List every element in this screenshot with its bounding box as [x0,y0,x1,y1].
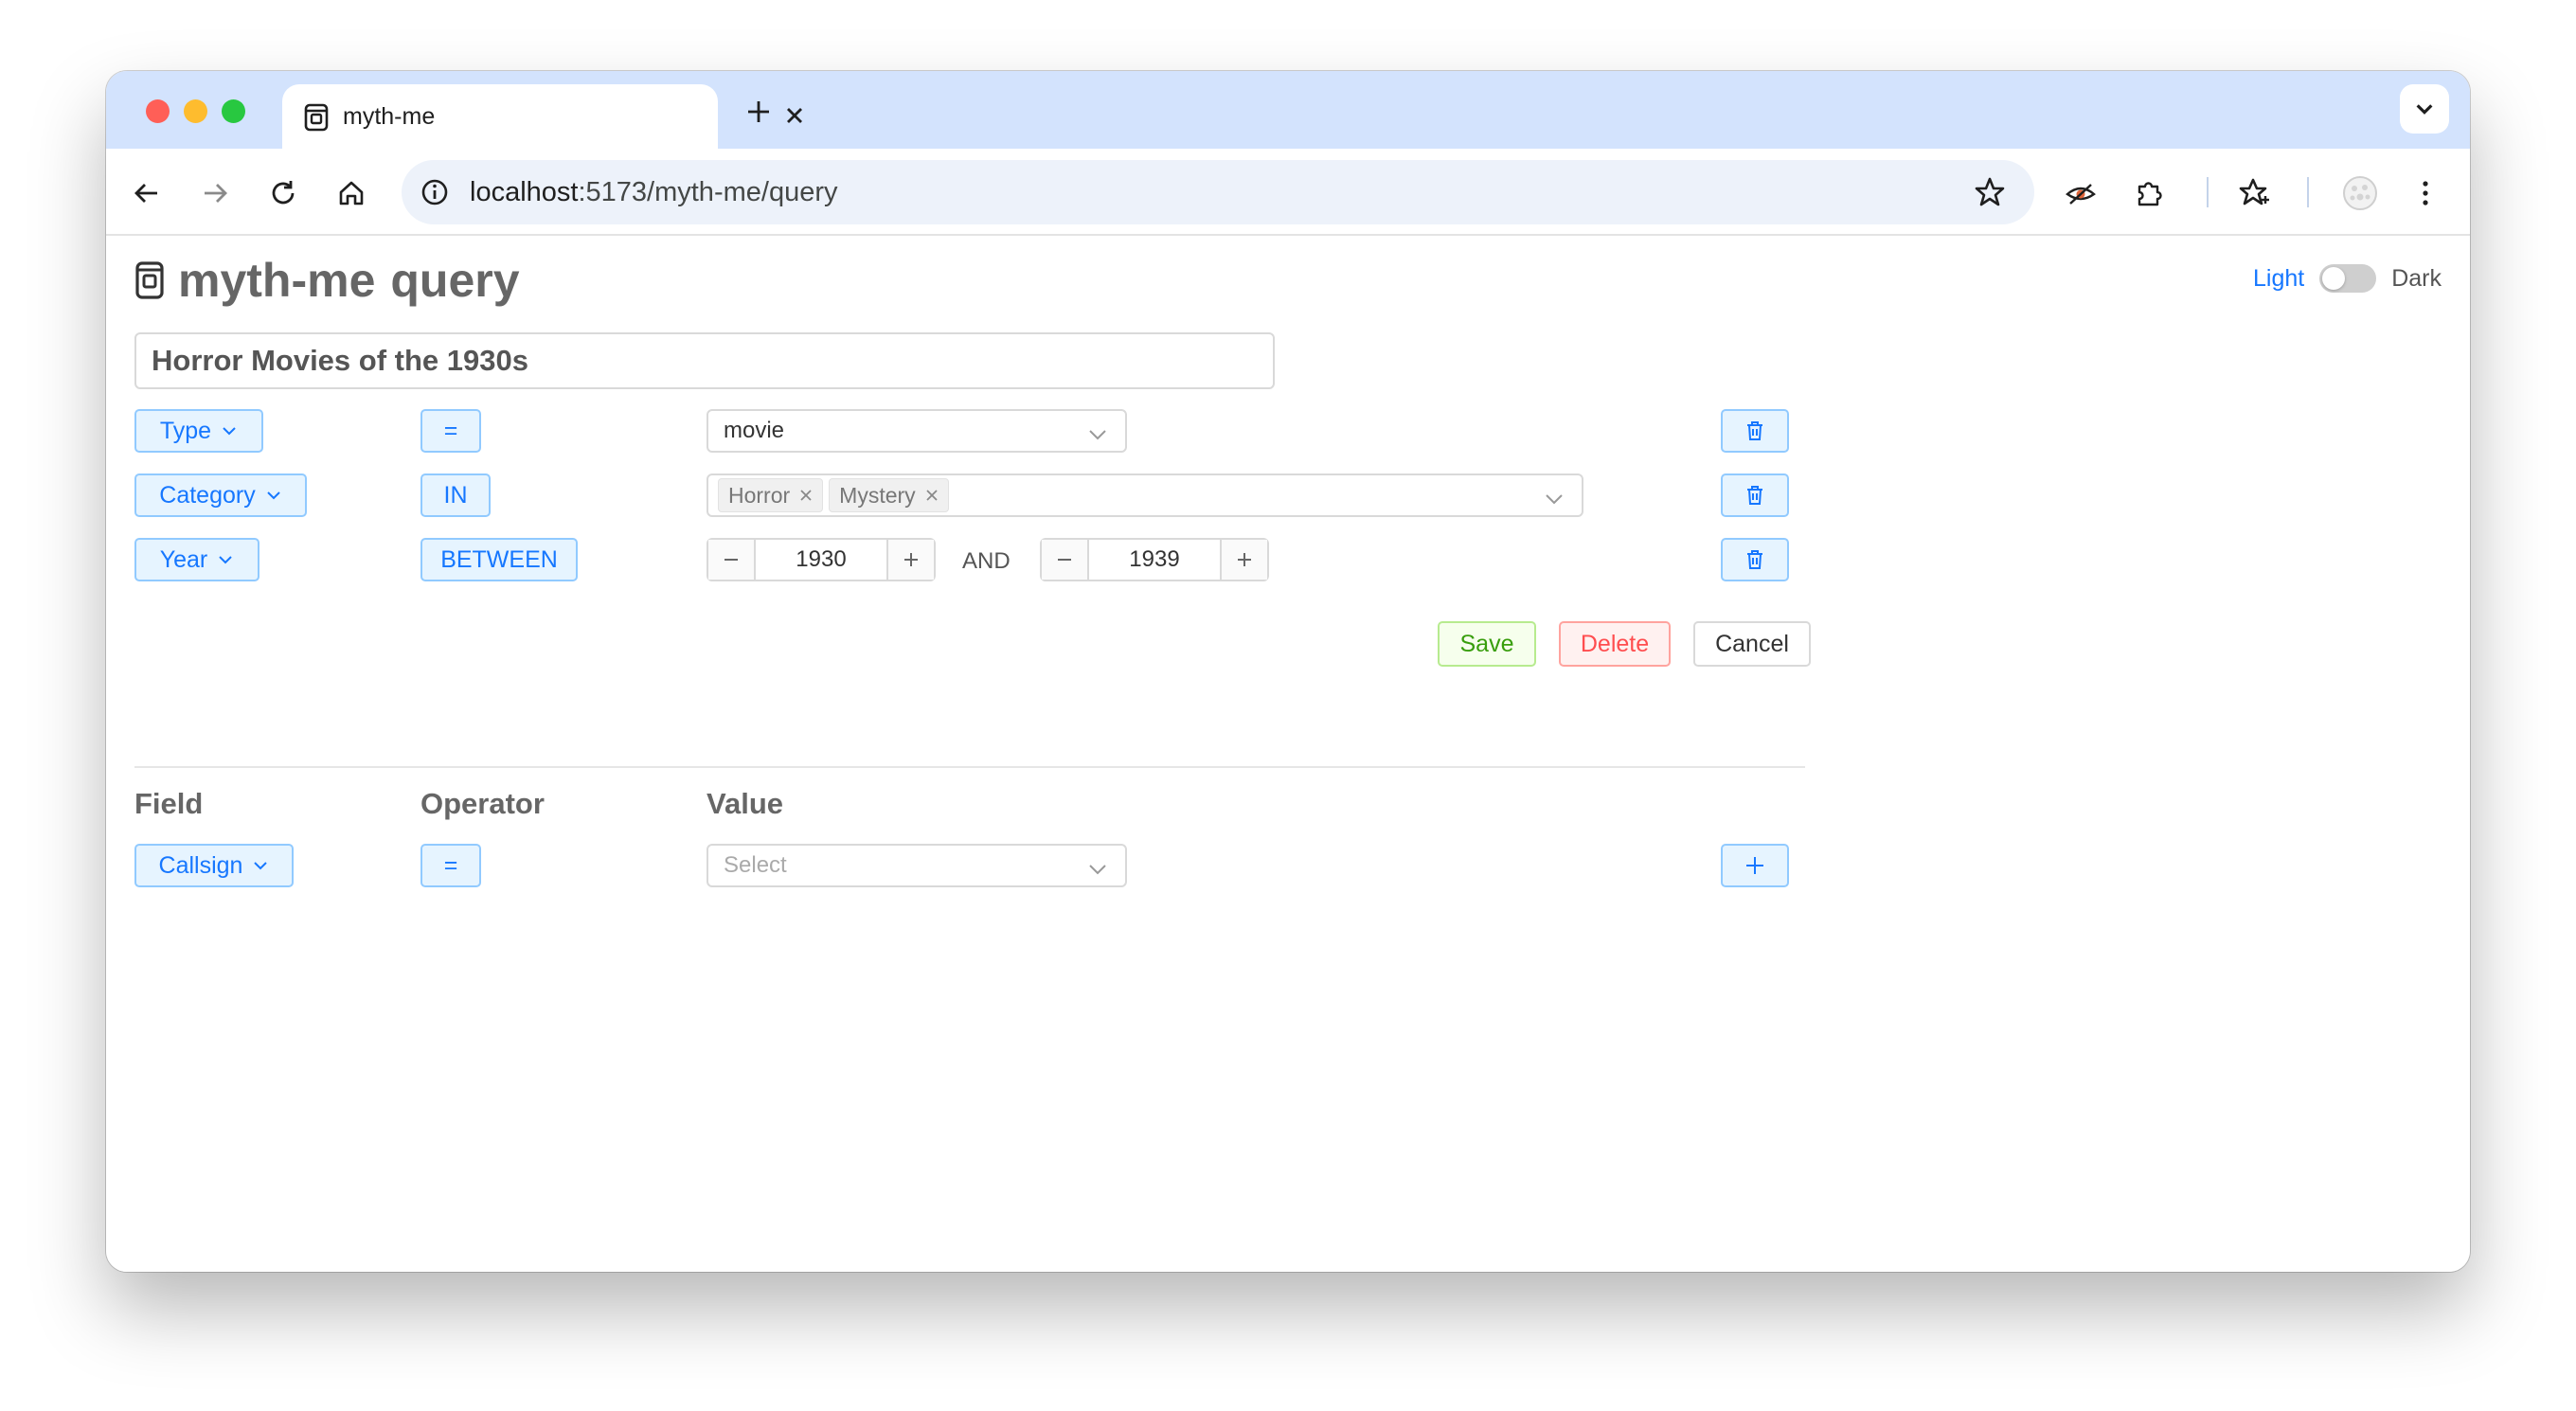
column-header-field: Field [134,787,204,820]
plus-icon [1746,857,1763,874]
database-icon [135,261,164,299]
trash-icon [1747,421,1762,440]
database-icon [304,103,329,132]
field-label: Category [159,481,256,509]
increment-button[interactable] [1220,540,1267,580]
address-bar[interactable]: localhost:5173/myth-me/query [402,160,2034,224]
select-placeholder: Select [724,852,787,878]
profile-avatar-icon[interactable] [2341,174,2379,212]
back-arrow-icon[interactable] [131,177,163,209]
delete-condition-button[interactable] [1721,538,1789,581]
chevron-down-icon [219,556,232,564]
value-multiselect-category[interactable]: Horror Mystery [707,473,1583,517]
minus-icon [724,559,738,561]
plus-icon [904,553,918,566]
trash-icon [1747,550,1762,569]
toolbar-divider [2307,177,2309,207]
chevron-down-icon [1089,430,1106,440]
chevron-down-icon [2416,104,2433,115]
remove-tag-icon[interactable] [799,489,813,502]
extensions-puzzle-icon[interactable] [2133,177,2165,209]
new-tab-icon[interactable] [744,98,773,126]
tag-label: Horror [728,482,791,508]
chevron-down-icon [1089,865,1106,875]
field-label: Callsign [158,851,243,879]
year-to-stepper[interactable]: 1939 [1040,538,1269,581]
trash-icon [1747,486,1762,505]
site-info-icon[interactable] [420,178,449,206]
operator-button-in[interactable]: IN [420,473,491,517]
year-to-value[interactable]: 1939 [1089,540,1220,580]
browser-tab[interactable]: myth-me [282,84,802,149]
select-value: movie [724,418,785,443]
app-subtitle: query [390,254,520,307]
eye-extension-icon[interactable] [2065,177,2097,209]
year-from-stepper[interactable]: 1930 [707,538,936,581]
operator-button-equals[interactable]: = [420,409,481,453]
bookmark-star-icon[interactable] [1974,176,2006,208]
url-text: localhost:5173/myth-me/query [470,177,838,207]
browser-window: myth-me localhost:5173/myth-me/query myt… [106,71,2470,1272]
bookmarks-star-icon[interactable] [2239,177,2271,209]
delete-condition-button[interactable] [1721,473,1789,517]
column-header-value: Value [707,787,783,820]
forward-arrow-icon[interactable] [199,177,231,209]
close-window-button[interactable] [146,99,170,123]
app-name: myth-me [178,254,376,307]
add-condition-button[interactable] [1721,844,1789,887]
value-select-new[interactable]: Select [707,844,1127,887]
delete-button[interactable]: Delete [1559,621,1671,667]
query-name-input[interactable] [134,332,1275,389]
minimize-window-button[interactable] [184,99,207,123]
tag-mystery: Mystery [829,478,949,512]
minus-icon [1058,559,1071,561]
year-from-value[interactable]: 1930 [756,540,886,580]
field-dropdown-year[interactable]: Year [134,538,259,581]
delete-condition-button[interactable] [1721,409,1789,453]
section-divider [134,766,1805,768]
field-dropdown-type[interactable]: Type [134,409,263,453]
tag-label: Mystery [839,482,916,508]
decrement-button[interactable] [708,540,756,580]
column-header-operator: Operator [420,787,545,820]
increment-button[interactable] [886,540,934,580]
field-label: Year [159,545,208,573]
maximize-window-button[interactable] [222,99,245,123]
switch-knob [2322,267,2346,290]
page-title: myth-me query [134,253,520,308]
tag-horror: Horror [718,478,824,512]
field-dropdown-callsign[interactable]: Callsign [134,844,294,887]
menu-kebab-icon[interactable] [2409,177,2442,209]
decrement-button[interactable] [1042,540,1089,580]
field-dropdown-category[interactable]: Category [134,473,307,517]
chevron-down-icon [1546,494,1563,505]
value-select-type[interactable]: movie [707,409,1127,453]
toolbar-divider [2207,177,2209,207]
chevron-down-icon [254,862,268,870]
page-content: myth-me query Light Dark Type = movie Ca… [106,238,2470,1272]
browser-toolbar: localhost:5173/myth-me/query [106,149,2470,236]
tab-title: myth-me [343,103,436,130]
home-icon[interactable] [335,177,367,209]
theme-switch[interactable] [2319,264,2377,293]
remove-tag-icon[interactable] [925,489,939,502]
and-label: AND [962,548,1011,574]
plus-icon [1238,553,1251,566]
operator-button-equals[interactable]: = [420,844,481,887]
close-tab-icon[interactable] [782,103,807,128]
tab-search-button[interactable] [2400,84,2449,134]
operator-button-between[interactable]: BETWEEN [420,538,578,581]
chevron-down-icon [267,491,280,500]
cancel-button[interactable]: Cancel [1693,621,1811,667]
theme-dark-label: Dark [2391,264,2442,292]
chevron-down-icon [223,427,236,436]
field-label: Type [159,417,212,444]
tab-bar: myth-me [106,71,2470,149]
theme-toggle: Light Dark [2253,264,2442,293]
save-button[interactable]: Save [1438,621,1536,667]
theme-light-label: Light [2252,264,2305,292]
reload-icon[interactable] [267,177,299,209]
